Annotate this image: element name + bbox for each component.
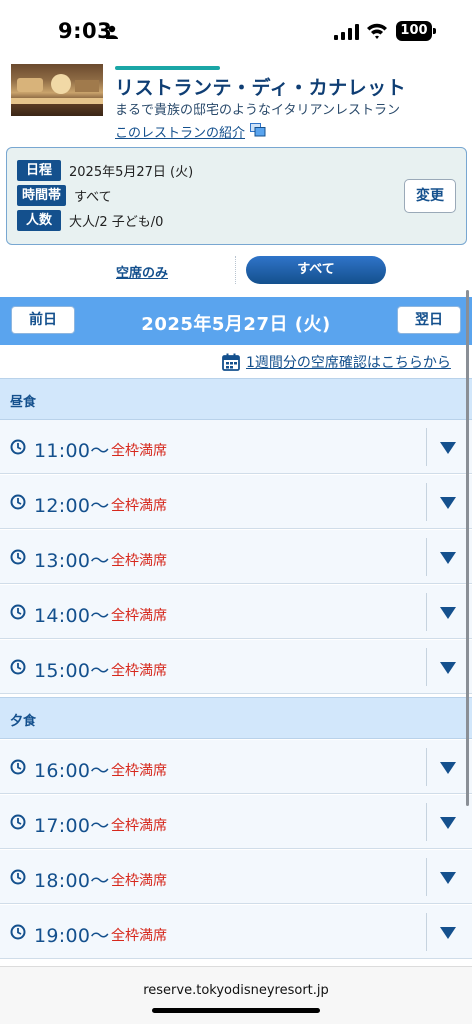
slot-status: 全枠満席 (111, 553, 167, 569)
scrollbar[interactable] (466, 290, 469, 806)
date-row: 日程 2025年5月27日 (火) (17, 160, 193, 181)
time-slot-row[interactable]: 16:00～ 全枠満席 (0, 740, 472, 794)
slot-time: 12:00～ (34, 495, 110, 517)
restaurant-thumbnail (11, 64, 103, 116)
lunch-label: 昼食 (10, 395, 37, 410)
clock-icon (10, 924, 26, 940)
cellular-signal-icon (334, 24, 359, 40)
slot-time: 13:00～ (34, 550, 110, 572)
slot-time: 19:00～ (34, 925, 110, 947)
filter-vacant-only[interactable]: 空席のみ (102, 262, 182, 281)
filter-all-button[interactable]: すべて (246, 256, 386, 284)
expand-triangle-icon[interactable] (440, 817, 456, 829)
slot-time: 17:00～ (34, 815, 110, 837)
expand-triangle-icon[interactable] (440, 927, 456, 939)
slot-status: 全枠満席 (111, 443, 167, 459)
slot-time: 11:00～ (34, 440, 110, 462)
people-value: 大人/2 子ども/0 (69, 215, 164, 230)
expand-triangle-icon[interactable] (440, 497, 456, 509)
expand-triangle-icon[interactable] (440, 762, 456, 774)
date-tag: 日程 (17, 160, 61, 181)
slot-time: 16:00～ (34, 760, 110, 782)
slot-time: 14:00～ (34, 605, 110, 627)
clock-icon (10, 604, 26, 620)
clock-icon (10, 869, 26, 885)
clock-icon (10, 439, 26, 455)
filter-divider (235, 256, 236, 284)
clock-icon (10, 659, 26, 675)
time-slot-row[interactable]: 14:00～ 全枠満席 (0, 585, 472, 639)
slot-time: 18:00～ (34, 870, 110, 892)
wifi-icon (367, 23, 387, 39)
date-navigation: 前日 2025年5月27日 (火) 翌日 (0, 297, 472, 345)
calendar-icon (222, 353, 240, 371)
dinner-section-header: 夕食 (0, 697, 472, 739)
external-window-icon[interactable] (250, 123, 266, 137)
clock-icon (10, 759, 26, 775)
status-bar: 9:03 100 (0, 0, 472, 56)
people-row: 人数 大人/2 子ども/0 (17, 210, 163, 231)
date-value: 2025年5月27日 (火) (69, 165, 194, 180)
slot-status: 全枠満席 (111, 928, 167, 944)
slot-time: 15:00～ (34, 660, 110, 682)
person-icon (106, 25, 118, 39)
next-day-button[interactable]: 翌日 (397, 306, 461, 334)
slot-status: 全枠満席 (111, 608, 167, 624)
slot-status: 全枠満席 (111, 763, 167, 779)
page: 9:03 100 リストランテ・ディ・カナレット まるで貴族の邸宅のようなイタリ… (0, 0, 472, 1024)
time-value: すべて (74, 190, 112, 205)
change-button[interactable]: 変更 (404, 179, 456, 213)
slot-status: 全枠満席 (111, 818, 167, 834)
slot-status: 全枠満席 (111, 498, 167, 514)
time-slot-row[interactable]: 15:00～ 全枠満席 (0, 640, 472, 694)
browser-url-bar[interactable]: reserve.tokyodisneyresort.jp (0, 966, 472, 1024)
time-slot-row[interactable]: 18:00～ 全枠満席 (0, 850, 472, 904)
time-row: 時間帯 すべて (17, 185, 112, 206)
dinner-label: 夕食 (10, 714, 37, 729)
home-indicator[interactable] (152, 1008, 320, 1013)
accent-bar (115, 66, 220, 70)
people-tag: 人数 (17, 210, 61, 231)
expand-triangle-icon[interactable] (440, 607, 456, 619)
expand-triangle-icon[interactable] (440, 872, 456, 884)
time-slot-row[interactable]: 19:00～ 全枠満席 (0, 905, 472, 959)
url-text[interactable]: reserve.tokyodisneyresort.jp (0, 983, 472, 998)
time-slot-row[interactable]: 11:00～ 全枠満席 (0, 420, 472, 474)
lunch-section-header: 昼食 (0, 378, 472, 420)
slot-status: 全枠満席 (111, 663, 167, 679)
restaurant-name: リストランテ・ディ・カナレット (115, 77, 407, 99)
time-slot-row[interactable]: 17:00～ 全枠満席 (0, 795, 472, 849)
weekly-availability-text[interactable]: 1週間分の空席確認はこちらから (246, 352, 451, 372)
expand-triangle-icon[interactable] (440, 442, 456, 454)
weekly-availability-link[interactable]: 1週間分の空席確認はこちらから (222, 352, 451, 372)
search-conditions-box: 日程 2025年5月27日 (火) 時間帯 すべて 人数 大人/2 子ども/0 … (6, 147, 467, 245)
time-tag: 時間帯 (17, 185, 67, 206)
clock-icon (10, 494, 26, 510)
clock-icon (10, 814, 26, 830)
expand-triangle-icon[interactable] (440, 552, 456, 564)
slot-status: 全枠満席 (111, 873, 167, 889)
time-slot-row[interactable]: 12:00～ 全枠満席 (0, 475, 472, 529)
restaurant-description: まるで貴族の邸宅のようなイタリアンレストラン (115, 103, 400, 118)
expand-triangle-icon[interactable] (440, 662, 456, 674)
time-slot-row[interactable]: 13:00～ 全枠満席 (0, 530, 472, 584)
clock-icon (10, 549, 26, 565)
restaurant-intro-link[interactable]: このレストランの紹介 (115, 122, 245, 141)
battery-icon: 100 (396, 21, 436, 41)
